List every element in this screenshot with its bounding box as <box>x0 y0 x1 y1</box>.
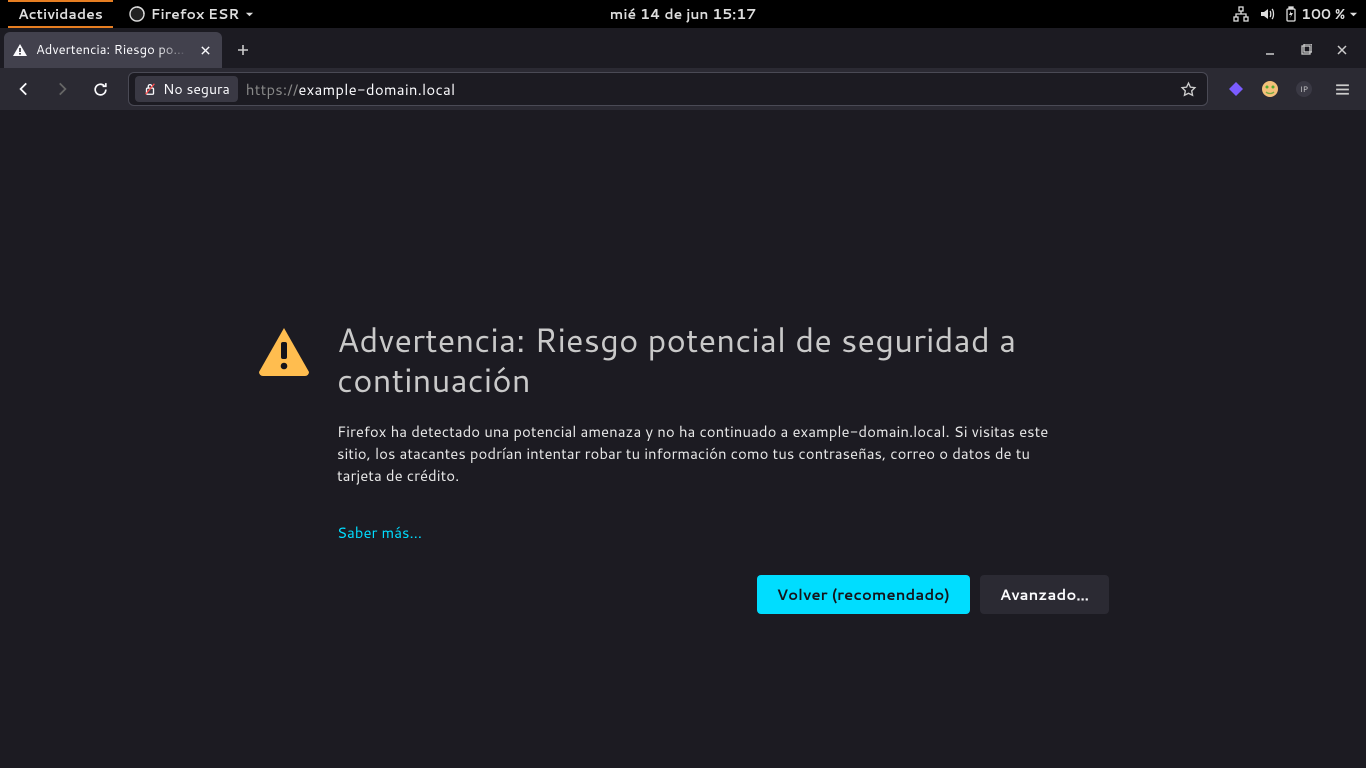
gnome-activities-button[interactable]: Actividades <box>8 0 113 28</box>
browser-tab[interactable]: Advertencia: Riesgo potencial de segurid… <box>4 32 222 68</box>
nav-toolbar: No segura https://example-domain.local I… <box>0 68 1366 110</box>
firefox-window: Advertencia: Riesgo potencial de segurid… <box>0 28 1366 768</box>
gnome-app-menu[interactable]: Firefox ESR <box>121 2 262 26</box>
warning-icon <box>12 42 28 58</box>
svg-text:IP: IP <box>1300 83 1308 95</box>
lock-insecure-icon <box>143 82 157 96</box>
url-text: https://example-domain.local <box>246 79 456 100</box>
bookmark-star-button[interactable] <box>1176 77 1201 102</box>
tab-close-button[interactable] <box>196 41 214 59</box>
reload-button[interactable] <box>84 73 116 105</box>
identity-box[interactable]: No segura <box>135 76 238 102</box>
forward-button[interactable] <box>46 73 78 105</box>
battery-indicator[interactable]: 100 % <box>1285 4 1358 24</box>
window-minimize-button[interactable] <box>1260 40 1280 60</box>
battery-percent: 100 % <box>1301 4 1345 24</box>
app-menu-button[interactable] <box>1326 73 1358 105</box>
extension-icon-2[interactable] <box>1258 77 1282 101</box>
go-back-button[interactable]: Volver (recomendado) <box>757 575 970 614</box>
error-body: Firefox ha detectado una potencial amena… <box>337 421 1077 486</box>
tab-title: Advertencia: Riesgo potencial de segurid… <box>36 41 188 59</box>
tab-bar: Advertencia: Riesgo potencial de segurid… <box>0 28 1366 68</box>
page-content: Advertencia: Riesgo potencial de segurid… <box>0 110 1366 768</box>
identity-label: No segura <box>163 79 230 99</box>
extension-icon-3[interactable]: IP <box>1292 77 1316 101</box>
url-bar[interactable]: No segura https://example-domain.local <box>128 72 1208 106</box>
gnome-app-name: Firefox ESR <box>151 4 239 24</box>
firefox-icon <box>129 6 145 22</box>
window-close-button[interactable] <box>1332 40 1352 60</box>
window-maximize-button[interactable] <box>1296 40 1316 60</box>
gnome-clock[interactable]: mié 14 de jun 15:17 <box>610 4 756 24</box>
back-button[interactable] <box>8 73 40 105</box>
new-tab-button[interactable] <box>226 32 260 68</box>
chevron-down-icon <box>245 10 254 19</box>
extension-icon-1[interactable] <box>1224 77 1248 101</box>
warning-triangle-icon <box>257 326 311 376</box>
gnome-top-bar: Actividades Firefox ESR mié 14 de jun 15… <box>0 0 1366 28</box>
error-title: Advertencia: Riesgo potencial de segurid… <box>337 320 1109 399</box>
volume-icon[interactable] <box>1259 6 1275 22</box>
chevron-down-icon <box>1349 10 1358 19</box>
advanced-button[interactable]: Avanzado… <box>980 575 1109 614</box>
learn-more-link[interactable]: Saber más… <box>337 522 422 543</box>
network-icon[interactable] <box>1233 6 1249 22</box>
